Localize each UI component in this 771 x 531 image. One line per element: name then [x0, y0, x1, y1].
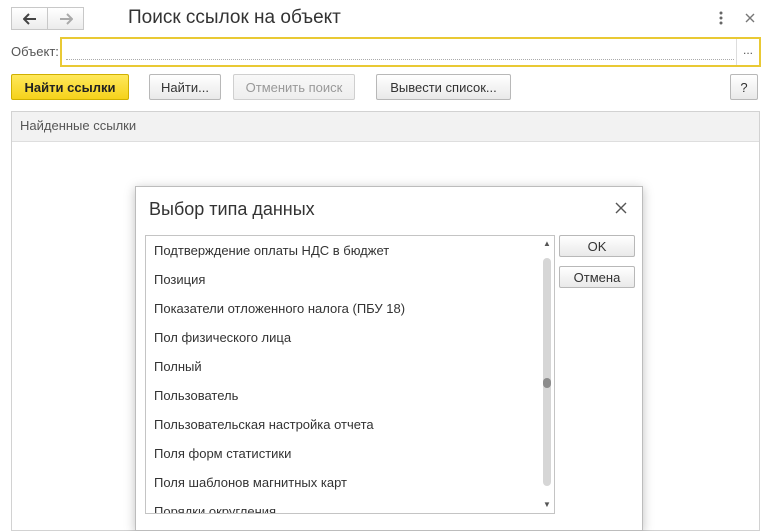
- scroll-up-icon[interactable]: ▲: [540, 238, 554, 250]
- object-input[interactable]: ...: [60, 37, 761, 67]
- data-type-list[interactable]: Подтверждение оплаты НДС в бюджет Позици…: [145, 235, 555, 514]
- list-item[interactable]: Пользовательская настройка отчета: [146, 410, 539, 439]
- list-scrollbar[interactable]: ▲ ▼: [540, 236, 554, 513]
- dialog-title: Выбор типа данных: [149, 199, 315, 219]
- page-title: Поиск ссылок на объект: [128, 7, 341, 28]
- data-type-dialog: Выбор типа данных Подтверждение оплаты Н…: [135, 186, 643, 531]
- list-item[interactable]: Пол физического лица: [146, 323, 539, 352]
- object-select-button[interactable]: ...: [736, 39, 759, 65]
- cancel-button[interactable]: Отмена: [559, 266, 635, 288]
- found-links-header: Найденные ссылки: [12, 112, 759, 142]
- cancel-search-button[interactable]: Отменить поиск: [233, 74, 355, 100]
- arrow-left-icon: [22, 12, 36, 25]
- list-item[interactable]: Показатели отложенного налога (ПБУ 18): [146, 294, 539, 323]
- list-item[interactable]: Подтверждение оплаты НДС в бюджет: [146, 236, 539, 265]
- help-button[interactable]: ?: [730, 74, 758, 100]
- object-input-value: [66, 59, 734, 60]
- more-vertical-icon[interactable]: [711, 8, 731, 28]
- list-item[interactable]: Поля шаблонов магнитных карт: [146, 468, 539, 497]
- list-item[interactable]: Порядки округления: [146, 497, 539, 513]
- forward-button[interactable]: [47, 7, 84, 30]
- list-item[interactable]: Пользователь: [146, 381, 539, 410]
- list-item[interactable]: Позиция: [146, 265, 539, 294]
- ok-button[interactable]: OK: [559, 235, 635, 257]
- back-button[interactable]: [11, 7, 48, 30]
- find-button[interactable]: Найти...: [149, 74, 221, 100]
- close-icon[interactable]: [740, 8, 760, 28]
- list-item[interactable]: Полный: [146, 352, 539, 381]
- find-links-button[interactable]: Найти ссылки: [11, 74, 129, 100]
- object-label: Объект:: [11, 44, 59, 59]
- scroll-down-icon[interactable]: ▼: [540, 499, 554, 511]
- list-item[interactable]: Поля форм статистики: [146, 439, 539, 468]
- output-list-button[interactable]: Вывести список...: [376, 74, 511, 100]
- scroll-thumb[interactable]: [543, 377, 551, 388]
- arrow-right-icon: [59, 12, 73, 25]
- close-icon[interactable]: [612, 199, 630, 217]
- scroll-track[interactable]: [543, 258, 551, 486]
